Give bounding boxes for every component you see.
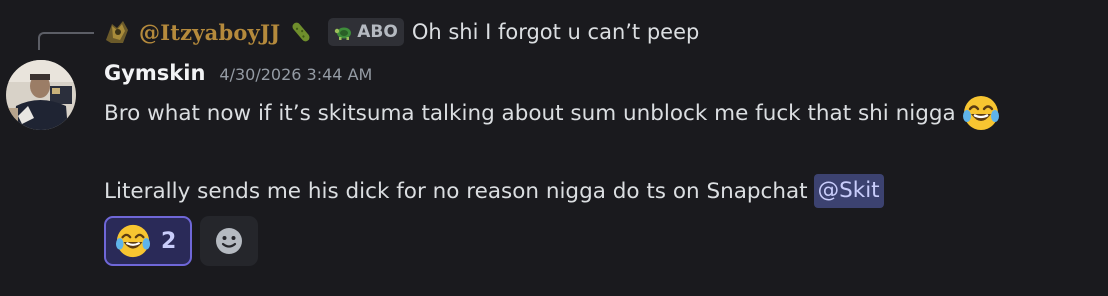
message-header: Gymskin 4/30/2026 3:44 AM — [104, 61, 372, 85]
reaction-joy[interactable]: 2 — [104, 216, 192, 266]
message-line-2: Literally sends me his dick for no reaso… — [104, 172, 884, 210]
joy-emoji-icon — [115, 223, 151, 259]
smiley-face-icon — [214, 226, 244, 256]
reaction-count: 2 — [161, 228, 177, 254]
author-name[interactable]: Gymskin — [104, 61, 205, 85]
joy-emoji-icon[interactable] — [962, 94, 1000, 132]
avatar[interactable] — [6, 60, 76, 130]
reactions-bar: 2 — [104, 216, 258, 266]
timestamp[interactable]: 4/30/2026 3:44 AM — [219, 65, 372, 84]
reply-preview[interactable]: @ItzyaboyJJ ABO Oh shi I forgot u can’t … — [103, 16, 699, 48]
clan-tag-label: ABO — [357, 22, 398, 42]
reply-avatar-icon[interactable] — [103, 18, 131, 46]
message-line-1: Bro what now if it’s skitsuma talking ab… — [104, 94, 1000, 132]
clan-tag[interactable]: ABO — [328, 18, 404, 46]
reply-connector — [38, 32, 94, 50]
turtle-icon — [334, 23, 354, 41]
reply-message-text[interactable]: Oh shi I forgot u can’t peep — [412, 20, 700, 44]
message-text-2: Literally sends me his dick for no reaso… — [104, 178, 808, 204]
user-mention[interactable]: @Skit — [813, 174, 884, 208]
pickle-icon — [288, 19, 314, 45]
reply-author-name[interactable]: @ItzyaboyJJ — [139, 20, 280, 45]
message-text-1: Bro what now if it’s skitsuma talking ab… — [104, 100, 956, 126]
add-reaction-button[interactable] — [200, 216, 258, 266]
